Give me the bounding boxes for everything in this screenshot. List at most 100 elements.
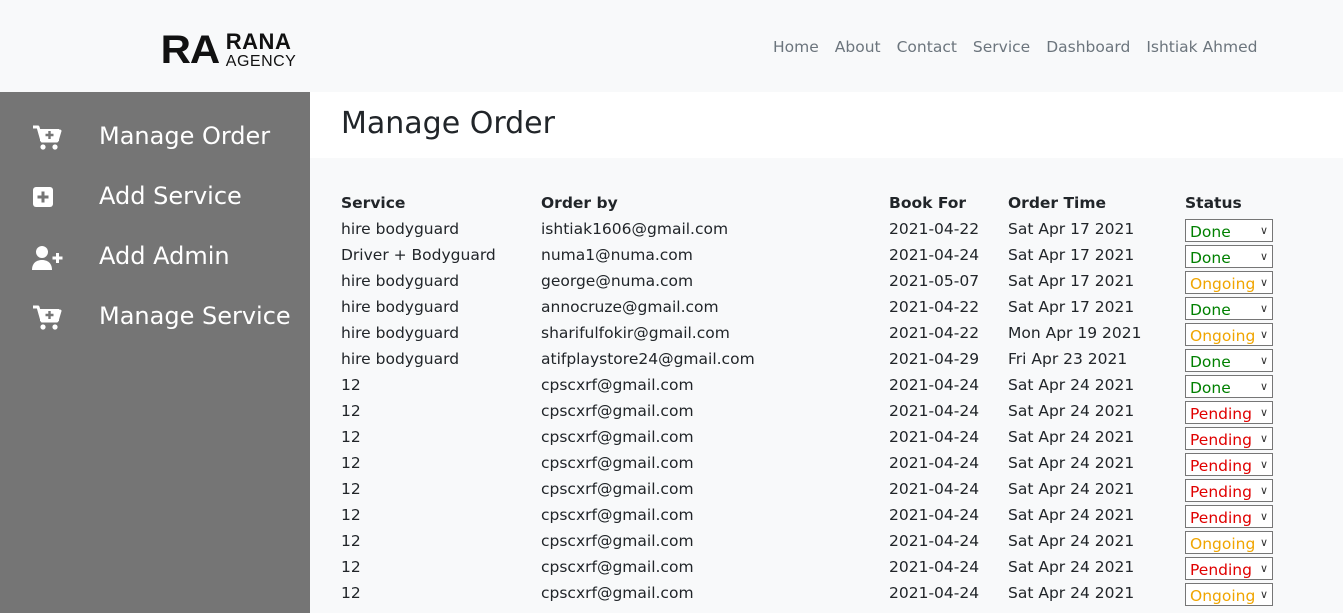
status-select[interactable]: Pending ∨ xyxy=(1185,479,1273,502)
cell-order-by: cpscxrf@gmail.com xyxy=(541,376,694,394)
cell-service: Driver + Bodyguard xyxy=(341,246,496,264)
chevron-down-icon: ∨ xyxy=(1259,354,1268,367)
cell-service: hire bodyguard xyxy=(341,220,460,238)
table-row: Driver + Bodyguard numa1@numa.com 2021-04-… xyxy=(341,244,1281,270)
cell-book-for: 2021-04-24 xyxy=(889,428,980,446)
status-select[interactable]: Ongoing ∨ xyxy=(1185,531,1273,554)
nav-dashboard[interactable]: Dashboard xyxy=(1046,38,1130,56)
chevron-down-icon: ∨ xyxy=(1259,380,1268,393)
cell-book-for: 2021-04-24 xyxy=(889,246,980,264)
status-select[interactable]: Pending ∨ xyxy=(1185,453,1273,476)
table-row: hire bodyguard ishtiak1606@gmail.com 2021-… xyxy=(341,218,1281,244)
cell-service: 12 xyxy=(341,558,361,576)
logo-line1: RANA xyxy=(225,28,292,54)
cell-order-by: cpscxrf@gmail.com xyxy=(541,558,694,576)
cell-service: 12 xyxy=(341,428,361,446)
cell-order-by: cpscxrf@gmail.com xyxy=(541,428,694,446)
nav-links: Home About Contact Service Dashboard Ish… xyxy=(773,38,1273,56)
status-select[interactable]: Ongoing ∨ xyxy=(1185,323,1273,346)
page-title: Manage Order xyxy=(341,106,555,141)
cell-order-by: cpscxrf@gmail.com xyxy=(541,532,694,550)
cell-book-for: 2021-04-22 xyxy=(889,298,980,316)
status-value: Ongoing xyxy=(1190,587,1256,605)
cell-service: 12 xyxy=(341,402,361,420)
status-select[interactable]: Ongoing ∨ xyxy=(1185,271,1273,294)
cart-plus-icon xyxy=(33,305,62,330)
sidebar-item-manage-order[interactable]: Manage Order xyxy=(0,114,310,162)
status-select[interactable]: Pending ∨ xyxy=(1185,401,1273,424)
chevron-down-icon: ∨ xyxy=(1259,484,1268,497)
table-row: 12 cpscxrf@gmail.com 2021-04-24 Sat Apr 24 … xyxy=(341,556,1281,582)
status-select[interactable]: Done ∨ xyxy=(1185,297,1273,320)
cell-order-time: Sat Apr 17 2021 xyxy=(1008,272,1135,290)
cell-order-time: Sat Apr 17 2021 xyxy=(1008,298,1135,316)
nav-contact[interactable]: Contact xyxy=(897,38,957,56)
status-select[interactable]: Done ∨ xyxy=(1185,375,1273,398)
status-select[interactable]: Done ∨ xyxy=(1185,245,1273,268)
chevron-down-icon: ∨ xyxy=(1259,328,1268,341)
cell-order-by: sharifulfokir@gmail.com xyxy=(541,324,730,342)
cell-book-for: 2021-04-22 xyxy=(889,324,980,342)
cell-service: hire bodyguard xyxy=(341,350,460,368)
sidebar-item-manage-service[interactable]: Manage Service xyxy=(0,294,310,342)
chevron-down-icon: ∨ xyxy=(1259,432,1268,445)
logo-text: RANA AGENCY xyxy=(225,28,297,70)
status-select[interactable]: Pending ∨ xyxy=(1185,505,1273,528)
status-select[interactable]: Done ∨ xyxy=(1185,349,1273,372)
nav-about[interactable]: About xyxy=(835,38,881,56)
status-select[interactable]: Pending ∨ xyxy=(1185,557,1273,580)
brand-logo[interactable]: RA RANA AGENCY xyxy=(161,28,297,70)
status-value: Pending xyxy=(1190,405,1252,423)
cell-book-for: 2021-04-24 xyxy=(889,376,980,394)
cell-order-time: Fri Apr 23 2021 xyxy=(1008,350,1128,368)
cell-book-for: 2021-04-24 xyxy=(889,532,980,550)
table-row: hire bodyguard george@numa.com 2021-05-07 S… xyxy=(341,270,1281,296)
cell-order-time: Sat Apr 24 2021 xyxy=(1008,558,1135,576)
table-row: hire bodyguard atifplaystore24@gmail.com 2… xyxy=(341,348,1281,374)
cell-order-by: atifplaystore24@gmail.com xyxy=(541,350,755,368)
table-row: 12 cpscxrf@gmail.com 2021-04-24 Sat Apr 24 … xyxy=(341,400,1281,426)
status-select[interactable]: Pending ∨ xyxy=(1185,427,1273,450)
cell-service: 12 xyxy=(341,532,361,550)
nav-user-name[interactable]: Ishtiak Ahmed xyxy=(1146,38,1257,56)
status-select[interactable]: Ongoing ∨ xyxy=(1185,583,1273,606)
sidebar: Manage Order Add Service Add Admin Manag… xyxy=(0,92,310,613)
cell-order-by: cpscxrf@gmail.com xyxy=(541,584,694,602)
cell-book-for: 2021-04-24 xyxy=(889,584,980,602)
cell-order-time: Sat Apr 24 2021 xyxy=(1008,480,1135,498)
cell-order-by: george@numa.com xyxy=(541,272,694,290)
cell-book-for: 2021-04-24 xyxy=(889,558,980,576)
sidebar-item-add-admin[interactable]: Add Admin xyxy=(0,234,310,282)
cell-service: 12 xyxy=(341,376,361,394)
cell-order-by: annocruze@gmail.com xyxy=(541,298,719,316)
status-value: Done xyxy=(1190,301,1231,319)
cart-plus-icon xyxy=(33,125,62,150)
user-plus-icon xyxy=(32,246,63,270)
status-value: Pending xyxy=(1190,561,1252,579)
cell-service: hire bodyguard xyxy=(341,272,460,290)
cell-book-for: 2021-04-29 xyxy=(889,350,980,368)
cell-book-for: 2021-04-24 xyxy=(889,480,980,498)
table-row: 12 cpscxrf@gmail.com 2021-04-24 Sat Apr 24 … xyxy=(341,426,1281,452)
nav-home[interactable]: Home xyxy=(773,38,819,56)
cell-order-by: numa1@numa.com xyxy=(541,246,693,264)
cell-order-time: Sat Apr 24 2021 xyxy=(1008,376,1135,394)
nav-service[interactable]: Service xyxy=(973,38,1030,56)
header-order-time: Order Time xyxy=(1008,194,1107,212)
chevron-down-icon: ∨ xyxy=(1259,250,1268,263)
table-row: 12 cpscxrf@gmail.com 2021-04-24 Sat Apr 24 … xyxy=(341,504,1281,530)
table-row: hire bodyguard annocruze@gmail.com 2021-04… xyxy=(341,296,1281,322)
header-service: Service xyxy=(341,194,406,212)
cell-order-time: Sat Apr 24 2021 xyxy=(1008,454,1135,472)
table-header-row: Service Order by Book For Order Time Sta… xyxy=(341,192,1281,218)
cell-order-time: Sat Apr 24 2021 xyxy=(1008,428,1135,446)
sidebar-item-label: Add Service xyxy=(99,182,242,210)
cell-order-time: Mon Apr 19 2021 xyxy=(1008,324,1142,342)
sidebar-item-add-service[interactable]: Add Service xyxy=(0,174,310,222)
chevron-down-icon: ∨ xyxy=(1259,458,1268,471)
chevron-down-icon: ∨ xyxy=(1259,302,1268,315)
cell-order-by: cpscxrf@gmail.com xyxy=(541,480,694,498)
status-select[interactable]: Done ∨ xyxy=(1185,219,1273,242)
status-value: Ongoing xyxy=(1190,327,1256,345)
cell-order-by: cpscxrf@gmail.com xyxy=(541,454,694,472)
